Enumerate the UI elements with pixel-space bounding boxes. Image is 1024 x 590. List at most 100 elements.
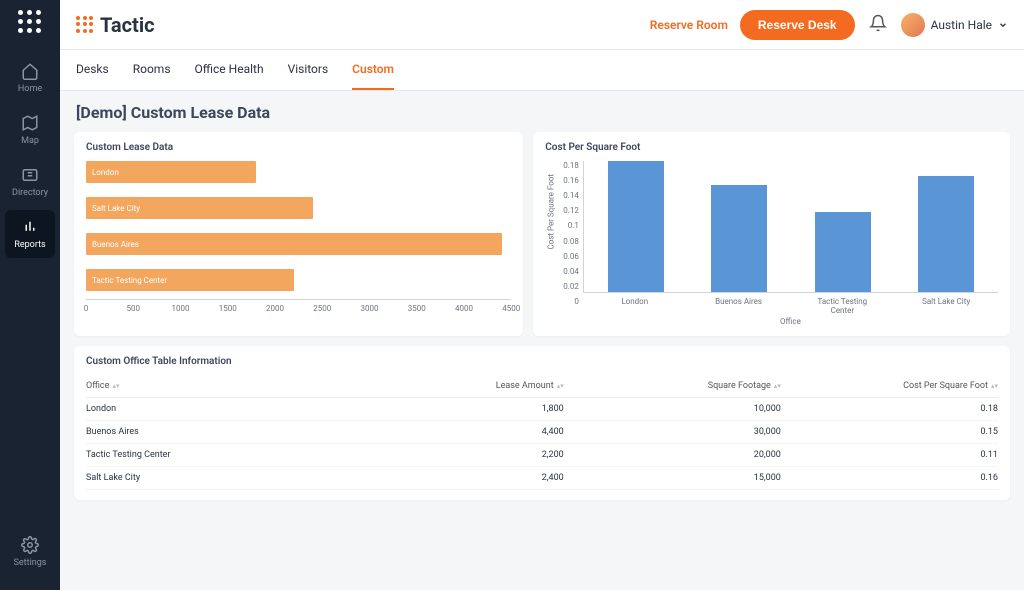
- avatar: [901, 13, 925, 37]
- sidebar: Home Map Directory Reports Settings: [0, 0, 60, 590]
- cell-cpsf: 0.18: [781, 404, 998, 414]
- ytick: 0.14: [563, 191, 579, 200]
- cell-lease: 2,400: [347, 473, 564, 483]
- cell-sqft: 10,000: [564, 404, 781, 414]
- app-launcher-icon[interactable]: [18, 10, 42, 34]
- card-title: Custom Office Table Information: [86, 356, 998, 367]
- cell-office: Salt Lake City: [86, 473, 347, 483]
- user-name: Austin Hale: [931, 18, 992, 32]
- col-lease[interactable]: Lease Amount▴▾: [347, 381, 564, 391]
- table-row: Buenos Aires4,40030,0000.15: [86, 421, 998, 444]
- col-cpsf[interactable]: Cost Per Square Foot▴▾: [781, 381, 998, 391]
- hbar-chart: London Salt Lake City Buenos Aires Tactic T…: [86, 161, 511, 291]
- gear-icon: [21, 536, 39, 554]
- ytick: 0: [563, 297, 579, 306]
- vbar: [608, 161, 664, 292]
- brand-name: Tactic: [100, 13, 155, 37]
- xtick: 4500: [502, 304, 520, 313]
- cell-sqft: 20,000: [564, 450, 781, 460]
- map-icon: [21, 114, 39, 132]
- ytick: 0.12: [563, 206, 579, 215]
- cell-lease: 2,200: [347, 450, 564, 460]
- xtick: 4000: [455, 304, 473, 313]
- ytick: 0.06: [563, 252, 579, 261]
- ytick: 0.1: [563, 221, 579, 230]
- tab-custom[interactable]: Custom: [352, 50, 394, 90]
- cell-office: Buenos Aires: [86, 427, 347, 437]
- logo-icon: [76, 16, 94, 34]
- col-sqft[interactable]: Square Footage▴▾: [564, 381, 781, 391]
- logo[interactable]: Tactic: [76, 13, 155, 37]
- reports-icon: [21, 218, 39, 236]
- card-table: Custom Office Table Information Office▴▾…: [74, 346, 1010, 500]
- user-menu[interactable]: Austin Hale: [901, 13, 1008, 37]
- cell-office: London: [86, 404, 347, 414]
- nav-reports[interactable]: Reports: [5, 210, 55, 258]
- main: Tactic Reserve Room Reserve Desk Austin …: [60, 0, 1024, 590]
- directory-icon: [21, 166, 39, 184]
- card-title: Custom Lease Data: [86, 142, 511, 153]
- xtick: 0: [84, 304, 89, 313]
- chevron-down-icon: [998, 20, 1008, 30]
- y-axis-label: Cost Per Square Foot: [545, 161, 563, 326]
- xtick: 3500: [408, 304, 426, 313]
- tab-rooms[interactable]: Rooms: [133, 50, 171, 90]
- xtick: Buenos Aires: [709, 297, 769, 315]
- tab-desks[interactable]: Desks: [76, 50, 109, 90]
- table-row: Tactic Testing Center2,20020,0000.11: [86, 444, 998, 467]
- cell-sqft: 15,000: [564, 473, 781, 483]
- nav-label: Settings: [14, 558, 47, 568]
- ytick: 0.04: [563, 267, 579, 276]
- nav-home[interactable]: Home: [5, 54, 55, 102]
- col-office[interactable]: Office▴▾: [86, 381, 347, 391]
- nav-label: Reports: [14, 240, 45, 250]
- nav-label: Home: [18, 84, 42, 94]
- xtick: 2000: [266, 304, 284, 313]
- content: [Demo] Custom Lease Data Custom Lease Da…: [60, 91, 1024, 590]
- table-header: Office▴▾ Lease Amount▴▾ Square Footage▴▾…: [86, 375, 998, 398]
- ytick: 0.18: [563, 161, 579, 170]
- vbar: [918, 176, 974, 292]
- vbar-chart: Cost Per Square Foot 0.180.160.140.120.1…: [545, 161, 998, 326]
- card-title: Cost Per Square Foot: [545, 142, 998, 153]
- vbar-bars: [583, 161, 998, 293]
- cell-lease: 4,400: [347, 427, 564, 437]
- hbar: Buenos Aires: [86, 233, 502, 255]
- reserve-room-link[interactable]: Reserve Room: [650, 18, 728, 32]
- hbar: Salt Lake City: [86, 197, 313, 219]
- cell-lease: 1,800: [347, 404, 564, 414]
- xtick: 3000: [361, 304, 379, 313]
- card-custom-lease: Custom Lease Data London Salt Lake City Bu…: [74, 132, 523, 336]
- ytick: 0.02: [563, 282, 579, 291]
- xtick: Tactic Testing Center: [812, 297, 872, 315]
- hbar: Tactic Testing Center: [86, 269, 294, 291]
- hbar: London: [86, 161, 256, 183]
- xtick: 1000: [172, 304, 190, 313]
- cell-office: Tactic Testing Center: [86, 450, 347, 460]
- table-row: Salt Lake City2,40015,0000.16: [86, 467, 998, 490]
- nav-map[interactable]: Map: [5, 106, 55, 154]
- nav-settings[interactable]: Settings: [5, 528, 55, 576]
- x-axis-label: Office: [583, 317, 998, 326]
- tab-office-health[interactable]: Office Health: [195, 50, 264, 90]
- nav-label: Map: [21, 136, 39, 146]
- nav-label: Directory: [12, 188, 48, 198]
- notifications-icon[interactable]: [869, 14, 887, 36]
- cell-cpsf: 0.15: [781, 427, 998, 437]
- xtick: 500: [127, 304, 141, 313]
- ytick: 0.08: [563, 237, 579, 246]
- vbar: [711, 185, 767, 292]
- hbar-xaxis: 050010001500200025003000350040004500: [86, 299, 511, 319]
- tab-visitors[interactable]: Visitors: [288, 50, 329, 90]
- cell-sqft: 30,000: [564, 427, 781, 437]
- y-ticks: 0.18 0.16 0.14 0.12 0.1 0.08 0.06 0.04 0.02 0: [563, 161, 583, 306]
- ytick: 0.16: [563, 176, 579, 185]
- tabs: Desks Rooms Office Health Visitors Custo…: [60, 50, 1024, 91]
- page-title: [Demo] Custom Lease Data: [74, 103, 1010, 122]
- reserve-desk-button[interactable]: Reserve Desk: [740, 10, 855, 40]
- nav-directory[interactable]: Directory: [5, 158, 55, 206]
- topbar: Tactic Reserve Room Reserve Desk Austin …: [60, 0, 1024, 50]
- home-icon: [21, 62, 39, 80]
- card-cost-psf: Cost Per Square Foot Cost Per Square Foo…: [533, 132, 1010, 336]
- table-row: London1,80010,0000.18: [86, 398, 998, 421]
